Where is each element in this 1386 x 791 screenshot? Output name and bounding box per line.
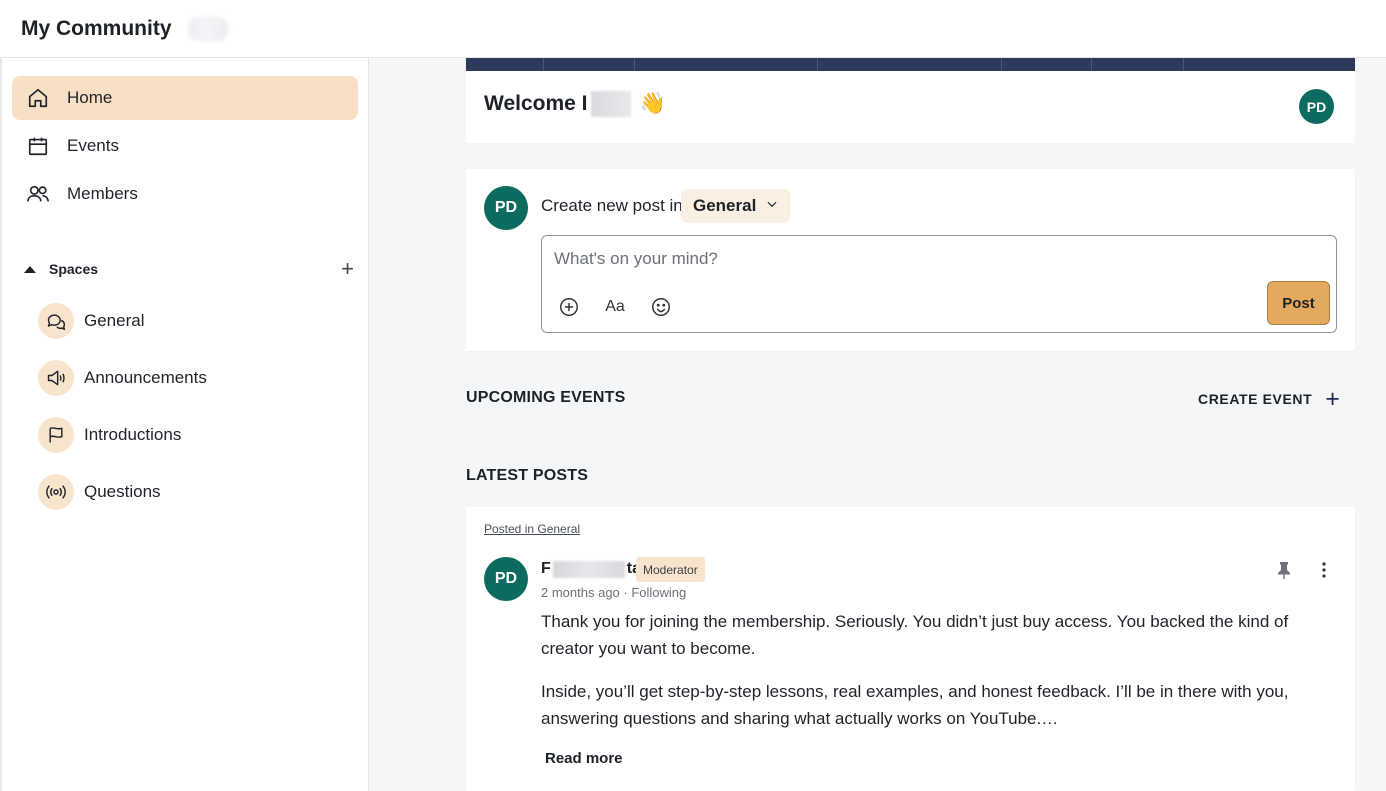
- upcoming-events-title: UPCOMING EVENTS: [466, 389, 626, 406]
- post-paragraph: Thank you for joining the membership. Se…: [541, 612, 1289, 658]
- redacted-label: [187, 16, 228, 41]
- space-select[interactable]: General: [681, 189, 790, 223]
- sidebar: Home Events Members Spaces + General Ann…: [0, 58, 369, 791]
- chat-bubbles-icon: [38, 303, 74, 339]
- author-name-start: F: [541, 560, 551, 577]
- create-event-label: CREATE EVENT: [1198, 391, 1313, 407]
- avatar[interactable]: PD: [1299, 89, 1334, 124]
- space-item-label: Introductions: [84, 425, 182, 444]
- sidebar-item-label: Home: [67, 88, 113, 107]
- welcome-card: Welcome I 👋 PD: [466, 71, 1355, 143]
- pin-icon[interactable]: [1276, 561, 1292, 579]
- megaphone-icon: [38, 360, 74, 396]
- post-meta: 2 months ago · Following: [541, 585, 687, 600]
- moderator-badge: Moderator: [636, 557, 705, 582]
- add-space-button[interactable]: +: [341, 258, 354, 280]
- more-options-icon[interactable]: [1314, 560, 1334, 580]
- sidebar-item-home[interactable]: Home: [12, 76, 358, 120]
- sidebar-item-label: Events: [67, 136, 119, 155]
- spaces-label: Spaces: [49, 261, 99, 277]
- flag-icon: [38, 417, 74, 453]
- wave-emoji: 👋: [639, 92, 666, 115]
- post-composer: PD Create new post in General What's on …: [466, 169, 1355, 351]
- space-item-label: Announcements: [84, 368, 207, 387]
- emoji-icon[interactable]: [649, 295, 673, 319]
- space-item-label: General: [84, 311, 145, 330]
- broadcast-icon: [38, 474, 74, 510]
- sidebar-item-members[interactable]: Members: [12, 172, 358, 216]
- redacted-name: [591, 91, 632, 117]
- posted-in-link[interactable]: Posted in General: [484, 522, 580, 536]
- home-icon: [26, 86, 50, 110]
- space-item-questions[interactable]: Questions: [38, 472, 161, 512]
- read-more-link[interactable]: Read more: [545, 750, 623, 767]
- chevron-down-icon: [765, 196, 779, 216]
- composer-label: Create new post in: [541, 196, 683, 215]
- author-name[interactable]: F ta: [541, 560, 641, 578]
- space-select-value: General: [693, 196, 757, 215]
- space-item-announcements[interactable]: Announcements: [38, 358, 207, 398]
- post-input-placeholder: What's on your mind?: [554, 249, 718, 268]
- space-item-label: Questions: [84, 482, 161, 501]
- sidebar-item-events[interactable]: Events: [12, 124, 358, 168]
- post-paragraph: Inside, you’ll get step-by-step lessons,…: [541, 682, 1289, 728]
- plus-icon: +: [1325, 384, 1341, 413]
- collapse-triangle-icon: [24, 265, 36, 273]
- add-attachment-icon[interactable]: [557, 295, 581, 319]
- redacted-author: [552, 560, 625, 578]
- post-input[interactable]: What's on your mind? Aa Post: [541, 235, 1337, 333]
- post-button[interactable]: Post: [1267, 281, 1330, 325]
- avatar[interactable]: PD: [484, 557, 528, 601]
- space-item-general[interactable]: General: [38, 301, 144, 341]
- calendar-icon: [26, 134, 50, 158]
- text-format-icon[interactable]: Aa: [602, 295, 628, 319]
- post-card: Posted in General PD F ta Moderator 2 mo…: [466, 507, 1355, 791]
- welcome-heading: Welcome I 👋: [484, 91, 666, 117]
- welcome-text: Welcome I: [484, 92, 588, 115]
- spaces-header[interactable]: Spaces +: [24, 256, 354, 282]
- sidebar-item-label: Members: [67, 184, 138, 203]
- avatar: PD: [484, 186, 528, 230]
- community-title[interactable]: My Community: [21, 17, 172, 41]
- create-event-button[interactable]: CREATE EVENT +: [1198, 384, 1341, 413]
- members-icon: [26, 182, 50, 206]
- top-bar: My Community: [0, 0, 1386, 58]
- latest-posts-title: LATEST POSTS: [466, 467, 589, 484]
- cover-banner: [466, 58, 1355, 71]
- space-item-introductions[interactable]: Introductions: [38, 415, 181, 455]
